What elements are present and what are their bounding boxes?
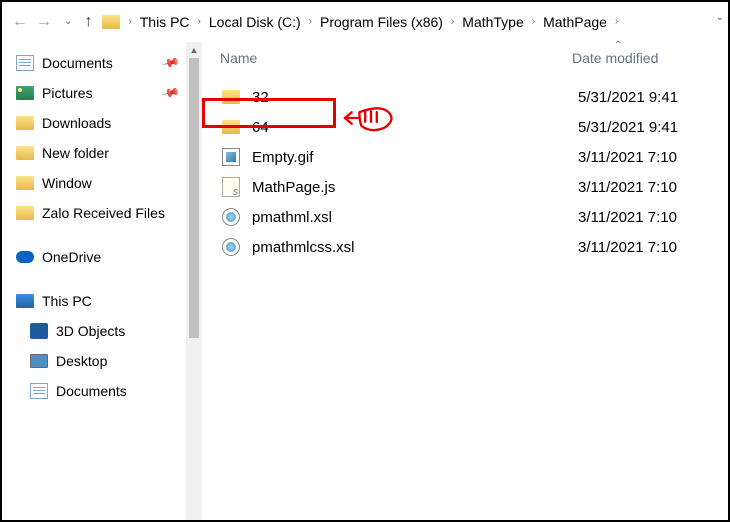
scroll-thumb[interactable]	[189, 58, 199, 338]
sidebar-item-desktop[interactable]: Desktop	[2, 346, 202, 376]
objects-icon	[30, 322, 48, 340]
forward-arrow-icon: →	[36, 13, 52, 31]
sidebar-item-label: This PC	[42, 293, 92, 309]
js-icon	[220, 176, 242, 198]
file-date: 3/11/2021 7:10	[578, 209, 677, 226]
file-row[interactable]: pmathml.xsl 3/11/2021 7:10	[214, 202, 728, 232]
xsl-icon	[220, 206, 242, 228]
folder-icon	[102, 15, 120, 29]
chevron-right-icon[interactable]: ›	[128, 16, 131, 27]
file-name: 64	[252, 119, 578, 136]
body: Documents 📌 Pictures 📌 Downloads New fol…	[2, 42, 728, 520]
file-name: MathPage.js	[252, 179, 578, 196]
file-row[interactable]: 64 5/31/2021 9:41	[214, 112, 728, 142]
sidebar-item-label: Window	[42, 175, 92, 191]
sort-indicator-icon: ⌃	[614, 40, 622, 51]
sidebar-item-documents[interactable]: Documents 📌	[2, 48, 202, 78]
sidebar-item-pictures[interactable]: Pictures 📌	[2, 78, 202, 108]
chevron-right-icon[interactable]: ›	[451, 16, 454, 27]
sidebar-item-documents2[interactable]: Documents	[2, 376, 202, 406]
sidebar-item-label: OneDrive	[42, 249, 101, 265]
sidebar-item-newfolder[interactable]: New folder	[2, 138, 202, 168]
file-name: Empty.gif	[252, 149, 578, 166]
xsl-icon	[220, 236, 242, 258]
folder-icon	[16, 174, 34, 192]
sidebar: Documents 📌 Pictures 📌 Downloads New fol…	[2, 42, 202, 520]
folder-icon	[16, 114, 34, 132]
column-name[interactable]: Name	[214, 50, 572, 66]
nav-arrows: ← → ⌄ ↑	[12, 13, 92, 31]
columns-header: Name ⌃ Date modified	[214, 50, 728, 76]
sidebar-item-downloads[interactable]: Downloads	[2, 108, 202, 138]
pin-icon: 📌	[161, 53, 181, 73]
column-date[interactable]: ⌃ Date modified	[572, 50, 728, 66]
scroll-up-icon[interactable]: ▲	[186, 42, 202, 58]
gif-icon	[220, 146, 242, 168]
toolbar: ← → ⌄ ↑ › This PC › Local Disk (C:) › Pr…	[2, 2, 728, 42]
sidebar-item-label: Downloads	[42, 115, 111, 131]
folder-icon	[220, 116, 242, 138]
breadcrumb-item[interactable]: This PC	[136, 12, 194, 32]
sidebar-item-label: 3D Objects	[56, 323, 125, 339]
desktop-icon	[30, 352, 48, 370]
file-name: 32	[252, 89, 578, 106]
file-date: 5/31/2021 9:41	[578, 119, 678, 136]
file-name: pmathml.xsl	[252, 209, 578, 226]
chevron-right-icon[interactable]: ›	[309, 16, 312, 27]
column-date-label: Date modified	[572, 50, 658, 66]
file-list: 32 5/31/2021 9:41 64 5/31/2021 9:41 Empt…	[214, 82, 728, 262]
docs-icon	[30, 382, 48, 400]
breadcrumb-item[interactable]: Local Disk (C:)	[205, 12, 305, 32]
file-row[interactable]: Empty.gif 3/11/2021 7:10	[214, 142, 728, 172]
onedrive-icon	[16, 248, 34, 266]
sidebar-item-label: Pictures	[42, 85, 93, 101]
chevron-right-icon[interactable]: ›	[615, 16, 618, 27]
file-row[interactable]: 32 5/31/2021 9:41	[214, 82, 728, 112]
pin-icon: 📌	[161, 83, 181, 103]
folder-icon	[16, 204, 34, 222]
sidebar-item-zalo[interactable]: Zalo Received Files	[2, 198, 202, 228]
sidebar-item-label: Documents	[56, 383, 127, 399]
breadcrumb-item[interactable]: MathPage	[539, 12, 611, 32]
sidebar-item-window[interactable]: Window	[2, 168, 202, 198]
file-row[interactable]: pmathmlcss.xsl 3/11/2021 7:10	[214, 232, 728, 262]
folder-icon	[220, 86, 242, 108]
sidebar-item-3dobjects[interactable]: 3D Objects	[2, 316, 202, 346]
sidebar-item-onedrive[interactable]: OneDrive	[2, 242, 202, 272]
sidebar-item-label: New folder	[42, 145, 109, 161]
docs-icon	[16, 54, 34, 72]
sidebar-item-label: Documents	[42, 55, 113, 71]
thispc-icon	[16, 292, 34, 310]
breadcrumb[interactable]: › This PC › Local Disk (C:) › Program Fi…	[102, 12, 718, 32]
file-date: 3/11/2021 7:10	[578, 149, 677, 166]
folder-icon	[16, 144, 34, 162]
chevron-right-icon[interactable]: ›	[532, 16, 535, 27]
file-name: pmathmlcss.xsl	[252, 239, 578, 256]
explorer-window: ← → ⌄ ↑ › This PC › Local Disk (C:) › Pr…	[0, 0, 730, 522]
breadcrumb-item[interactable]: MathType	[458, 12, 527, 32]
pictures-icon	[16, 84, 34, 102]
breadcrumb-item[interactable]: Program Files (x86)	[316, 12, 447, 32]
sidebar-scrollbar[interactable]: ▲	[186, 42, 202, 520]
sidebar-item-label: Zalo Received Files	[42, 205, 165, 221]
sidebar-item-thispc[interactable]: This PC	[2, 286, 202, 316]
file-row[interactable]: MathPage.js 3/11/2021 7:10	[214, 172, 728, 202]
file-date: 3/11/2021 7:10	[578, 239, 677, 256]
file-date: 5/31/2021 9:41	[578, 89, 678, 106]
back-arrow-icon[interactable]: ←	[12, 13, 28, 31]
file-pane: Name ⌃ Date modified 32 5/31/2021 9:41 6…	[202, 42, 728, 520]
address-dropdown-icon[interactable]: ⌄	[716, 12, 724, 23]
chevron-right-icon[interactable]: ›	[198, 16, 201, 27]
up-arrow-icon[interactable]: ↑	[84, 13, 92, 31]
history-dropdown-icon[interactable]: ⌄	[64, 16, 72, 27]
file-date: 3/11/2021 7:10	[578, 179, 677, 196]
sidebar-item-label: Desktop	[56, 353, 107, 369]
